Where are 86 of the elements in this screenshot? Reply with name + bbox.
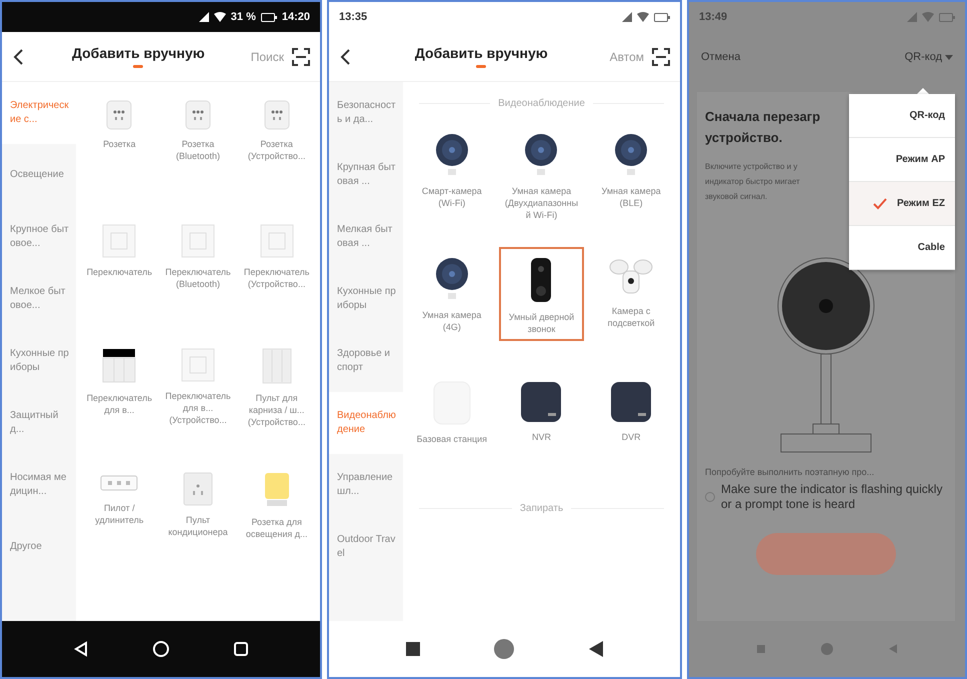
- socket-icon: [106, 100, 132, 130]
- camera-icon: [434, 257, 470, 301]
- device-label: Пульт кондиционера: [167, 514, 229, 538]
- device-label: Умная камера (BLE): [600, 185, 662, 209]
- signal-icon: [622, 12, 632, 22]
- check-icon: [872, 198, 887, 210]
- wall-switch-icon: [180, 348, 215, 382]
- status-time: 13:49: [699, 11, 728, 23]
- scan-icon[interactable]: [292, 48, 310, 66]
- recents-icon[interactable]: [406, 642, 420, 656]
- device-label: Переключатель (Bluetooth): [164, 266, 232, 290]
- battery-icon: [654, 12, 670, 22]
- scan-icon[interactable]: [652, 48, 670, 66]
- title-underline: [133, 65, 144, 68]
- menu-item[interactable]: Cable: [849, 226, 955, 270]
- signal-icon: [198, 12, 209, 22]
- title-underline: [476, 65, 486, 68]
- device-label: Розетка: [103, 138, 136, 150]
- device-label: Переключатель для в...: [86, 392, 153, 416]
- section-title: Видеонаблюдение: [498, 98, 585, 109]
- instruction-text: звуковой сигнал.: [705, 191, 768, 203]
- mode-tab[interactable]: Автом: [610, 50, 644, 64]
- confirm-radio[interactable]: [705, 492, 715, 502]
- camera-icon: [523, 133, 560, 177]
- camera-icon: [613, 133, 650, 177]
- section-title: Запирать: [520, 503, 564, 514]
- instruction-heading: устройство.: [705, 129, 782, 147]
- device-label: Камера с подсветкой: [606, 305, 656, 329]
- wifi-icon: [637, 12, 649, 22]
- device-label: Переключатель (Устройство...: [243, 266, 310, 290]
- instruction-text: индикатор быстро мигает: [705, 176, 800, 188]
- signal-icon: [907, 12, 917, 22]
- menu-item[interactable]: Режим EZ: [849, 182, 955, 226]
- device-label: Розетка (Bluetooth): [174, 138, 221, 162]
- device-label: Умная камера (4G): [421, 309, 482, 333]
- category-item[interactable]: Видеонаблюдение: [329, 392, 403, 454]
- instruction-text: Включите устройство и у: [705, 161, 798, 173]
- device-label: Умная камера (Двухдиапазонный Wi-Fi): [504, 185, 580, 221]
- doorbell-icon: [530, 257, 552, 303]
- wifi-icon: [214, 12, 226, 22]
- device-label: DVR: [622, 431, 641, 443]
- lamp-icon: [262, 472, 291, 508]
- status-time: 14:20: [282, 11, 310, 23]
- menu-item[interactable]: Режим AP: [849, 138, 955, 182]
- home-icon[interactable]: [152, 640, 170, 658]
- device-tile[interactable]: Умный дверной звонок: [498, 247, 584, 341]
- screen-title: Добавить вручную: [414, 45, 548, 61]
- panel-icon: [262, 348, 292, 384]
- wifi-icon: [922, 12, 934, 22]
- category-item[interactable]: Электрические с...: [2, 82, 76, 144]
- status-time: 13:35: [339, 11, 368, 23]
- device-label: Переключатель для в... (Устройство...: [164, 390, 232, 426]
- wall-switch-icon: [180, 224, 215, 258]
- camera-icon: [434, 133, 470, 177]
- mode-dropdown[interactable]: QR-код: [904, 51, 953, 63]
- hint-text: Попробуйте выполнить поэтапную про...: [705, 467, 874, 477]
- mode-tab[interactable]: Поиск: [250, 50, 284, 64]
- recorder-icon: [610, 381, 652, 423]
- socket-icon: [184, 100, 211, 130]
- battery-icon: [939, 12, 955, 22]
- screen-title: Добавить вручную: [72, 45, 205, 61]
- device-label: Пульт для карниза / ш... (Устройство...: [246, 392, 306, 428]
- touch-switch-icon: [102, 348, 136, 384]
- back-icon[interactable]: [74, 641, 88, 657]
- device-label: NVR: [532, 431, 551, 443]
- battery-percent: 31 %: [230, 11, 256, 23]
- battery-icon: [260, 12, 277, 22]
- caret-icon: [945, 54, 953, 60]
- device-label: Базовая станция: [416, 433, 488, 445]
- wall-switch-icon: [102, 224, 136, 258]
- confirm-text: Make sure the indicator is flashing quickly or a prompt tone is heard: [721, 482, 944, 512]
- device-label: Розетка для освещения д...: [244, 516, 308, 540]
- back-icon[interactable]: [588, 641, 603, 657]
- recents-icon[interactable]: [234, 642, 248, 656]
- recorder-icon: [520, 381, 562, 423]
- outlet-icon: [182, 472, 213, 506]
- socket-icon: [264, 100, 290, 130]
- device-label: Розетка (Устройство...: [246, 138, 306, 162]
- device-label: Умный дверной звонок: [508, 311, 576, 335]
- device-label: Переключатель: [86, 266, 152, 278]
- cancel-button[interactable]: Отмена: [701, 51, 740, 63]
- menu-item[interactable]: QR-код: [849, 94, 955, 138]
- device-label: Пилот / удлинитель: [94, 502, 145, 526]
- wall-switch-icon: [260, 224, 294, 258]
- device-label: Смарт-камера (Wi-Fi): [420, 185, 483, 209]
- instruction-heading: Сначала перезагр: [705, 108, 820, 126]
